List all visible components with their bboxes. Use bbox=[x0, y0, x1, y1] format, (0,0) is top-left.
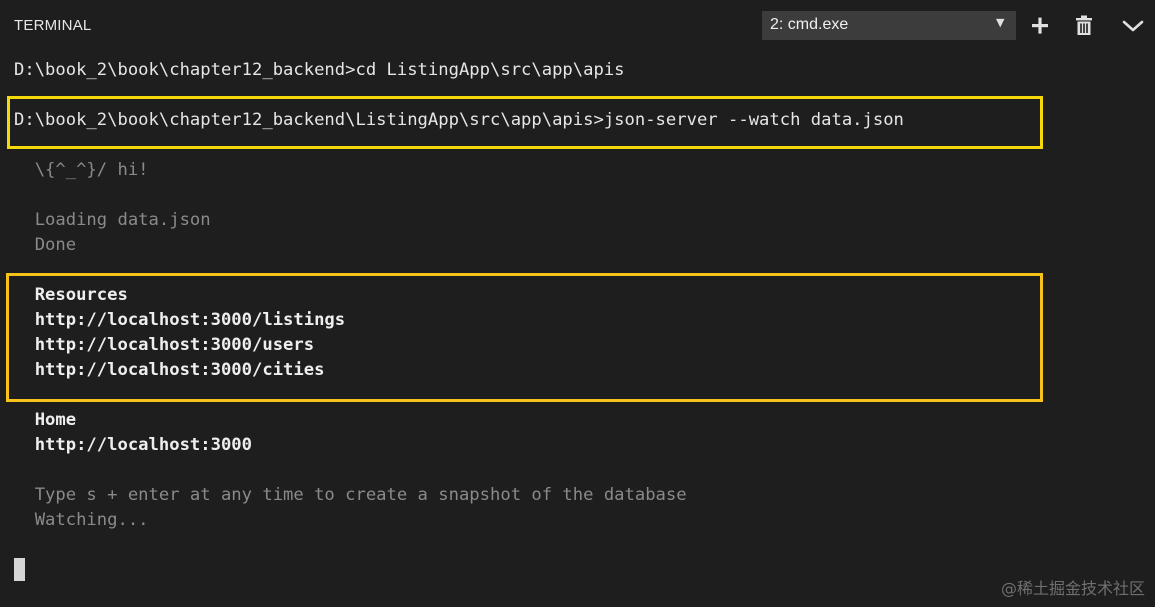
terminal-select-value: 2: cmd.exe bbox=[770, 16, 849, 33]
terminal-line-cd-command: D:\book_2\book\chapter12_backend>cd List… bbox=[14, 60, 625, 80]
kill-terminal-button[interactable] bbox=[1070, 12, 1098, 40]
terminal-line-done: Done bbox=[14, 235, 77, 255]
resource-url-cities: http://localhost:3000/cities bbox=[14, 360, 325, 380]
panel-title: TERMINAL bbox=[14, 17, 92, 34]
watermark: @稀土掘金技术社区 bbox=[1000, 579, 1145, 598]
terminal-select[interactable]: 2: cmd.exe ▼ bbox=[762, 11, 1016, 40]
resource-url-listings: http://localhost:3000/listings bbox=[14, 310, 346, 330]
resource-url-users: http://localhost:3000/users bbox=[14, 335, 315, 355]
watching-status: Watching... bbox=[14, 510, 149, 530]
chevron-down-icon: ▼ bbox=[996, 16, 1005, 29]
resources-heading: Resources bbox=[14, 285, 128, 305]
terminal-cursor bbox=[14, 558, 25, 581]
terminal-line-json-server-command: D:\book_2\book\chapter12_backend\Listing… bbox=[14, 110, 904, 130]
terminal-line-greeting: \{^_^}/ hi! bbox=[14, 160, 149, 180]
snapshot-hint: Type s + enter at any time to create a s… bbox=[14, 485, 687, 505]
plus-icon bbox=[1032, 17, 1048, 34]
trash-icon bbox=[1076, 15, 1092, 35]
new-terminal-button[interactable] bbox=[1026, 12, 1054, 40]
home-heading: Home bbox=[14, 410, 77, 430]
home-url: http://localhost:3000 bbox=[14, 435, 252, 455]
collapse-panel-button[interactable] bbox=[1119, 12, 1147, 40]
terminal-line-loading: Loading data.json bbox=[14, 210, 211, 230]
terminal-panel-header: TERMINAL 2: cmd.exe ▼ bbox=[0, 0, 1155, 52]
chevron-down-icon bbox=[1122, 20, 1144, 32]
